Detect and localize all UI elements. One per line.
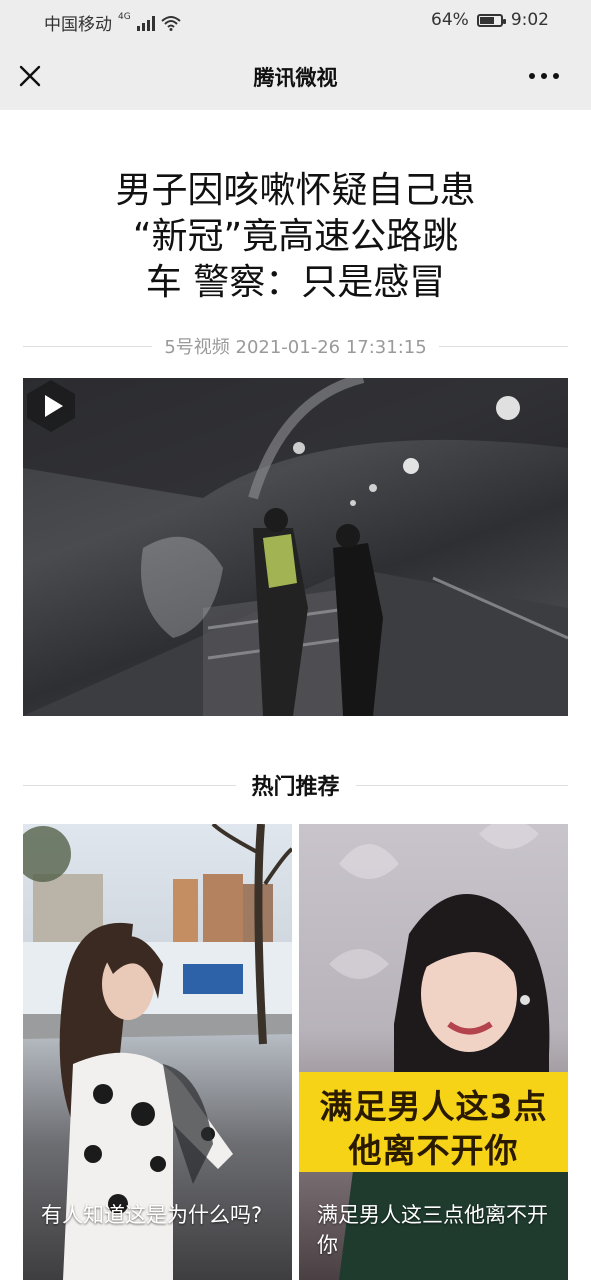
overlay-title-line: 满足男人这3点 <box>319 1087 548 1126</box>
recommend-card[interactable]: 有人知道这是为什么吗? <box>23 824 292 1280</box>
battery-icon <box>476 13 506 27</box>
divider <box>438 345 569 347</box>
article-meta: 5号视频 2021-01-26 17:31:15 <box>23 334 569 358</box>
status-bar: 中国移动 4G 64% 9:02 <box>0 0 591 40</box>
video-thumbnail <box>23 378 568 716</box>
card-caption: 满足男人这三点他离不开你 <box>317 1203 548 1257</box>
divider <box>23 784 236 786</box>
carrier-label: 中国移动 <box>44 15 112 35</box>
article-title-line: 车 警察：只是感冒 <box>145 262 446 303</box>
article-title-line: “新冠”竟高速公路跳 <box>132 216 459 257</box>
article-title-line: 男子因咳嗽怀疑自己患 <box>115 170 476 211</box>
section-title: 热门推荐 <box>251 775 340 800</box>
article-title: 男子因咳嗽怀疑自己患 “新冠”竟高速公路跳 车 警察：只是感冒 <box>60 168 531 306</box>
overlay-title-line: 他离不开你 <box>348 1131 519 1170</box>
recommend-card[interactable]: 满足男人这3点 他离不开你 满足男人这三点他离不开你 <box>299 824 568 1280</box>
divider <box>355 784 569 786</box>
page-title: 腾讯微视 <box>253 66 338 90</box>
nav-bar: 腾讯微视 <box>0 40 591 110</box>
recommend-header: 热门推荐 <box>23 770 569 800</box>
more-icon[interactable] <box>529 68 569 84</box>
video-player[interactable] <box>23 378 568 716</box>
wifi-icon <box>161 15 181 31</box>
article-source-date: 5号视频 2021-01-26 17:31:15 <box>164 337 427 358</box>
battery-percent: 64% <box>431 10 469 30</box>
divider <box>23 345 153 347</box>
signal-icon <box>136 15 155 31</box>
clock: 9:02 <box>510 10 549 30</box>
card-caption: 有人知道这是为什么吗? <box>41 1203 263 1227</box>
network-label: 4G <box>118 11 131 22</box>
play-icon[interactable] <box>23 378 79 434</box>
